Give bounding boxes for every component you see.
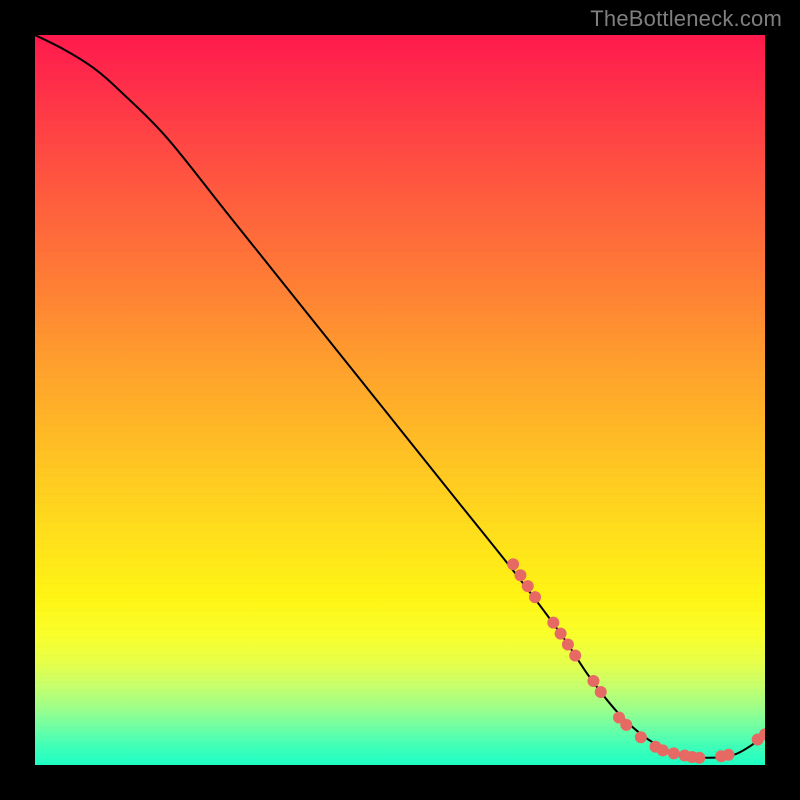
marker-dot bbox=[668, 747, 680, 759]
marker-dot bbox=[657, 744, 669, 756]
marker-dot bbox=[562, 639, 574, 651]
chart-svg bbox=[35, 35, 765, 765]
marker-dot bbox=[507, 558, 519, 570]
marker-dot bbox=[723, 749, 735, 761]
marker-dot bbox=[595, 686, 607, 698]
marker-dot bbox=[569, 650, 581, 662]
attribution-text: TheBottleneck.com bbox=[590, 6, 782, 32]
marker-dot bbox=[547, 617, 559, 629]
marker-dot bbox=[620, 719, 632, 731]
marker-dot bbox=[693, 752, 705, 764]
marker-dot bbox=[522, 580, 534, 592]
marker-dot bbox=[529, 591, 541, 603]
marker-dot bbox=[587, 675, 599, 687]
marker-dot bbox=[635, 731, 647, 743]
dotted-segment-markers bbox=[507, 558, 765, 763]
marker-dot bbox=[514, 569, 526, 581]
bottleneck-curve-line bbox=[35, 35, 765, 758]
chart-area bbox=[35, 35, 765, 765]
marker-dot bbox=[555, 628, 567, 640]
